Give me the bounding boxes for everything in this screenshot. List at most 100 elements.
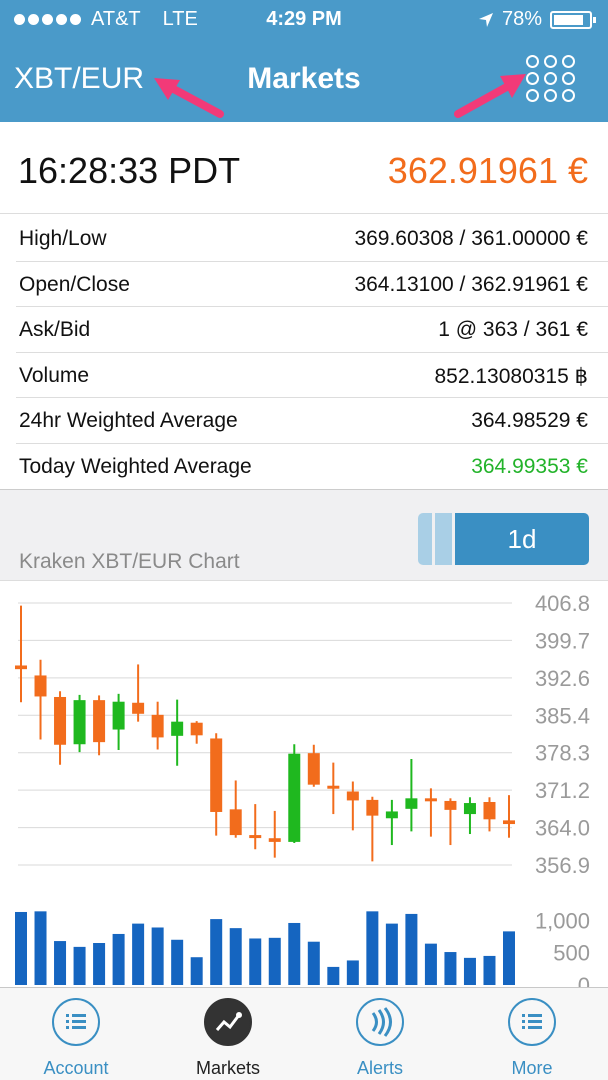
volume-bar <box>73 946 86 985</box>
candle-body <box>73 700 86 745</box>
volume-bar <box>171 939 184 985</box>
candle-body <box>229 809 242 836</box>
volume-bar <box>229 928 242 985</box>
candle-body <box>463 803 476 815</box>
volume-bar <box>463 957 476 985</box>
stat-value: 364.98529 € <box>471 409 588 432</box>
list-icon <box>508 998 556 1046</box>
candle-body <box>405 798 418 809</box>
period-option[interactable] <box>435 513 452 565</box>
period-option[interactable] <box>418 513 432 565</box>
tab-label: Alerts <box>356 1058 403 1078</box>
candle-body <box>15 665 27 670</box>
candle-body <box>112 701 125 730</box>
battery-percent: 78% <box>501 8 542 30</box>
volume-bar <box>190 957 203 985</box>
candle-body <box>385 811 398 819</box>
tab-label: Markets <box>195 1058 260 1078</box>
stat-value: 364.99353 € <box>471 454 588 478</box>
status-bar: AT&T LTE 4:29 PM 78% <box>0 0 608 40</box>
volume-bar <box>327 966 340 985</box>
list-icon <box>52 998 100 1046</box>
stat-label: Today Weighted Average <box>19 454 252 478</box>
volume-bar <box>385 923 398 985</box>
stat-label: Open/Close <box>19 272 130 296</box>
tab-alerts[interactable]: Alerts <box>304 988 456 1080</box>
stat-label: 24hr Weighted Average <box>19 409 238 432</box>
volume-bar <box>444 952 457 985</box>
price-tick-label: 364.0 <box>535 816 590 841</box>
markets-grid-icon[interactable] <box>526 55 578 103</box>
candle-body <box>132 702 145 714</box>
volume-bar <box>112 933 125 985</box>
volume-tick-label: 0 <box>578 973 590 987</box>
stats-list: High/Low 369.60308 / 361.00000 € Open/Cl… <box>0 216 608 489</box>
price-tick-label: 406.8 <box>535 591 590 616</box>
annotation-arrow-left <box>154 78 224 118</box>
period-selector: 1d <box>418 513 589 565</box>
volume-bar <box>268 937 281 985</box>
tab-bar: Account Markets Alerts More <box>0 987 608 1080</box>
volume-bar <box>210 919 223 985</box>
stat-label: Volume <box>19 363 90 387</box>
tab-markets[interactable]: Markets <box>152 988 304 1080</box>
chart-title: Kraken XBT/EUR Chart <box>19 550 240 573</box>
price-tick-label: 399.7 <box>535 628 590 653</box>
stat-row-high-low: High/Low 369.60308 / 361.00000 € <box>16 216 608 262</box>
stat-row-today-weighted-average: Today Weighted Average 364.99353 € <box>16 444 608 490</box>
candle-body <box>93 700 106 743</box>
stat-row-open-close: Open/Close 364.13100 / 362.91961 € <box>16 262 608 307</box>
stat-row-ask-bid: Ask/Bid 1 @ 363 / 361 € <box>16 307 608 353</box>
price-tick-label: 392.6 <box>535 666 590 691</box>
volume-bar <box>366 911 379 985</box>
candle-body <box>327 785 340 789</box>
candle-body <box>444 800 457 810</box>
candle-body <box>190 722 203 736</box>
candle-body <box>54 696 67 745</box>
volume-bar <box>483 955 496 985</box>
price-tick-label: 385.4 <box>535 703 590 728</box>
candle-body <box>424 798 437 802</box>
volume-bar <box>307 941 320 985</box>
volume-bar <box>405 913 418 985</box>
candle-body <box>346 791 359 801</box>
price-tick-label: 371.2 <box>535 778 590 803</box>
candle-body <box>34 675 47 697</box>
volume-tick-label: 500 <box>553 941 590 966</box>
candle-body <box>503 820 515 825</box>
candle-body <box>249 835 262 839</box>
ticker-time: 16:28:33 PDT <box>18 150 241 191</box>
trend-line-icon <box>204 998 252 1046</box>
status-right: 78% <box>478 8 596 31</box>
top-bar: AT&T LTE 4:29 PM 78% XBT/EUR Markets <box>0 0 608 122</box>
candlestick-chart: 406.8 399.7 392.6 385.4 378.3 371.2 364.0 356.9… <box>15 591 590 987</box>
candle-body <box>307 753 320 785</box>
price-chart[interactable]: 406.8 399.7 392.6 385.4 378.3 371.2 364.0 356.9… <box>0 581 608 987</box>
candle-body <box>483 801 496 820</box>
ticker-header: 16:28:33 PDT 362.91961 € <box>0 122 608 214</box>
candle-body <box>268 838 281 842</box>
signal-waves-icon <box>356 998 404 1046</box>
stat-value: 369.60308 / 361.00000 € <box>354 227 588 250</box>
battery-icon <box>550 10 596 29</box>
candle-body <box>210 738 223 812</box>
volume-bar <box>93 943 106 985</box>
location-arrow-icon <box>478 12 493 27</box>
chart-header: 1d Kraken XBT/EUR Chart <box>0 489 608 581</box>
volume-bar <box>346 960 359 985</box>
tab-more[interactable]: More <box>456 988 608 1080</box>
volume-bar <box>424 943 437 985</box>
annotation-arrow-right <box>454 74 526 118</box>
volume-bar <box>288 922 301 985</box>
candle-body <box>366 799 379 816</box>
candle-body <box>151 714 164 738</box>
stat-value: 364.13100 / 362.91961 € <box>354 272 588 296</box>
stat-label: Ask/Bid <box>19 318 91 341</box>
tab-account[interactable]: Account <box>0 988 152 1080</box>
stat-label: High/Low <box>19 227 107 250</box>
stat-row-24hr-weighted-average: 24hr Weighted Average 364.98529 € <box>16 398 608 444</box>
period-option-selected[interactable]: 1d <box>455 513 589 565</box>
price-tick-label: 378.3 <box>535 741 590 766</box>
volume-bar <box>503 931 515 985</box>
volume-bar <box>54 941 67 985</box>
